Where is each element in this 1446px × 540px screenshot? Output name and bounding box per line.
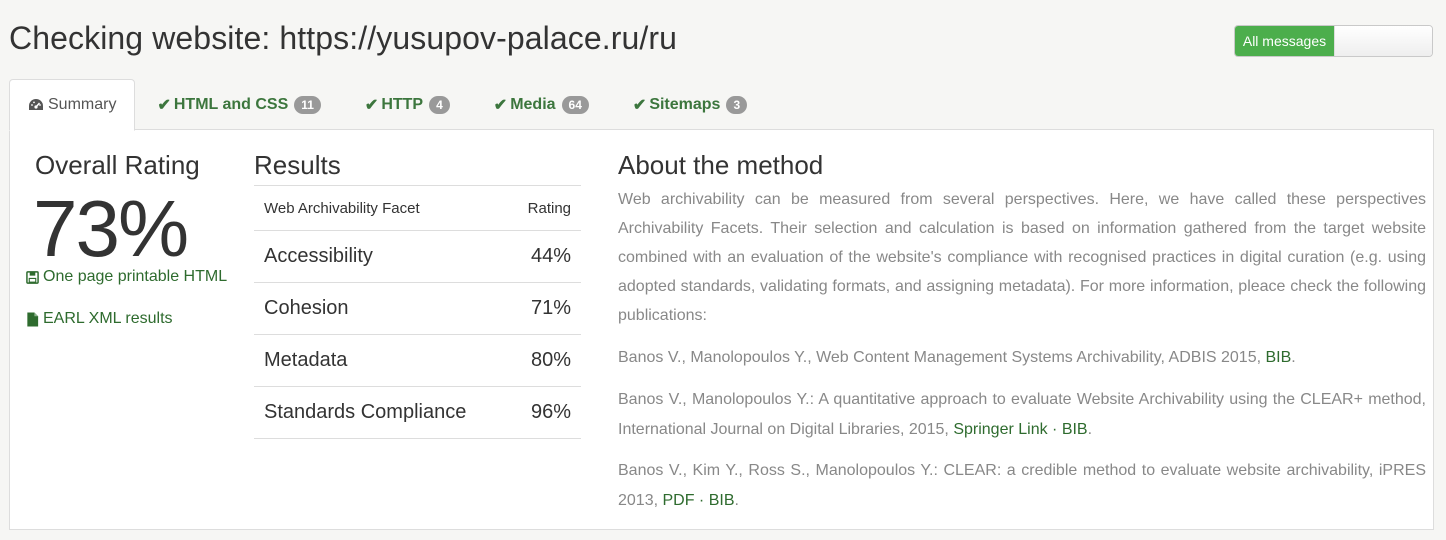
file-icon xyxy=(27,311,39,327)
dashboard-icon xyxy=(29,99,43,110)
tab-http[interactable]: ✔ HTTP 4 xyxy=(343,79,472,130)
check-icon: ✔ xyxy=(632,96,647,114)
earl-xml-label: EARL XML results xyxy=(43,310,173,327)
reference-text: Banos V., Kim Y., Ross S., Manolopoulos … xyxy=(618,462,1426,509)
facet-rating: 71% xyxy=(508,282,581,335)
all-messages-toggle[interactable]: All messages xyxy=(1234,25,1433,57)
facet-rating: 80% xyxy=(508,334,581,387)
reference-end: . xyxy=(1291,349,1296,366)
bib-link[interactable]: BIB xyxy=(709,492,735,509)
results-table: Web Archivability Facet Rating Accessibi… xyxy=(254,185,581,439)
column-header-facet: Web Archivability Facet xyxy=(254,185,509,231)
tab-sitemaps[interactable]: ✔ Sitemaps 3 xyxy=(611,79,769,130)
springer-link[interactable]: Springer Link xyxy=(953,421,1047,438)
reference-text: Banos V., Manolopoulos Y., Web Content M… xyxy=(618,349,1266,366)
about-title: About the method xyxy=(618,150,824,180)
about-text: Web archivability can be measured from s… xyxy=(618,191,1426,324)
facet-name: Cohesion xyxy=(254,282,509,335)
earl-xml-link[interactable]: EARL XML results xyxy=(26,310,173,328)
reference-item: Banos V., Kim Y., Ross S., Manolopoulos … xyxy=(618,456,1426,516)
printable-html-link[interactable]: One page printable HTML xyxy=(26,268,227,286)
tab-label: Sitemaps xyxy=(649,95,721,113)
pdf-link[interactable]: PDF xyxy=(662,492,694,509)
results-title: Results xyxy=(254,150,341,180)
tab-bar: Summary ✔ HTML and CSS 11 ✔ HTTP 4 ✔ Med… xyxy=(9,79,769,131)
tab-label: HTML and CSS xyxy=(173,95,289,113)
facet-rating: 44% xyxy=(508,230,581,283)
tab-summary[interactable]: Summary xyxy=(9,79,136,131)
tab-label: Media xyxy=(510,95,556,113)
facet-rating: 96% xyxy=(508,386,581,439)
count-badge: 4 xyxy=(429,95,450,114)
facet-name: Metadata xyxy=(254,334,509,387)
link-separator: · xyxy=(1047,421,1062,438)
tab-label: HTTP xyxy=(381,95,424,113)
page-title: Checking website: https://yusupov-palace… xyxy=(9,20,678,56)
link-separator: · xyxy=(694,492,709,509)
count-badge: 3 xyxy=(726,95,748,114)
table-row: Cohesion 71% xyxy=(254,282,581,335)
bib-link[interactable]: BIB xyxy=(1265,349,1291,366)
table-header-row: Web Archivability Facet Rating xyxy=(254,185,581,231)
column-header-rating: Rating xyxy=(508,185,581,231)
toggle-knob[interactable] xyxy=(1334,26,1432,56)
table-row: Metadata 80% xyxy=(254,334,581,387)
tab-media[interactable]: ✔ Media 64 xyxy=(472,79,611,130)
tab-label: Summary xyxy=(48,96,117,113)
reference-item: Banos V., Manolopoulos Y., Web Content M… xyxy=(618,343,1426,373)
check-icon: ✔ xyxy=(364,96,379,114)
reference-end: . xyxy=(1087,421,1093,438)
table-row: Accessibility 44% xyxy=(254,230,581,283)
count-badge: 11 xyxy=(294,95,321,114)
table-row: Standards Compliance 96% xyxy=(254,386,581,439)
facet-name: Accessibility xyxy=(254,230,509,283)
count-badge: 64 xyxy=(561,95,589,114)
reference-item: Banos V., Manolopoulos Y.: A quantitativ… xyxy=(618,385,1426,445)
check-icon: ✔ xyxy=(157,96,171,114)
overall-rating-title: Overall Rating xyxy=(35,150,200,180)
overall-rating-value: 73% xyxy=(33,184,189,273)
check-icon: ✔ xyxy=(493,96,508,114)
floppy-disk-icon xyxy=(26,270,39,284)
bib-link[interactable]: BIB xyxy=(1062,421,1088,438)
facet-name: Standards Compliance xyxy=(254,386,509,439)
tab-html-css[interactable]: ✔ HTML and CSS 11 xyxy=(135,79,342,130)
printable-html-label: One page printable HTML xyxy=(43,268,228,285)
toggle-label: All messages xyxy=(1235,26,1334,56)
reference-end: . xyxy=(734,492,739,509)
